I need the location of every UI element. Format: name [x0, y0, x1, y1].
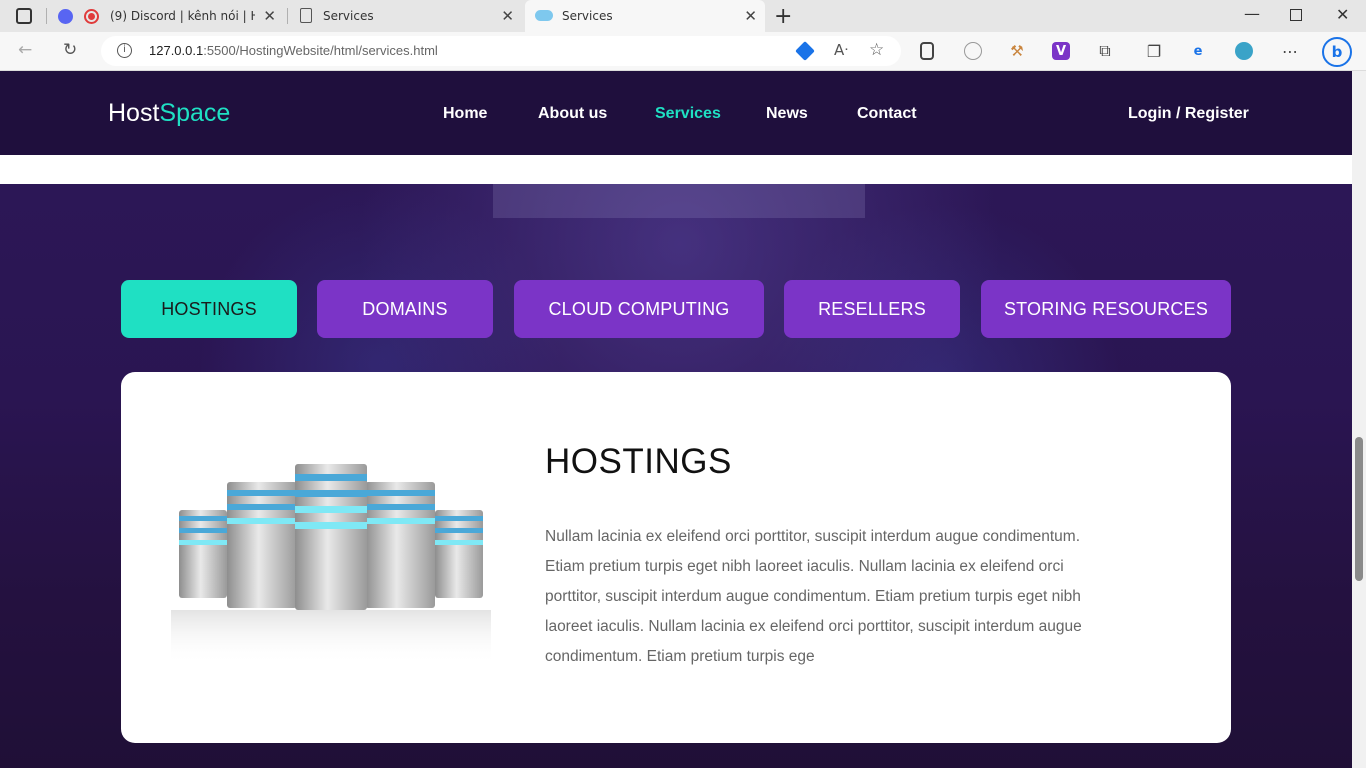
tab-cloud-computing[interactable]: CLOUD COMPUTING	[514, 280, 764, 338]
hero-background-detail	[493, 184, 865, 218]
nav-about-us[interactable]: About us	[538, 105, 607, 123]
v-extension-icon[interactable]: V	[1052, 42, 1070, 60]
nav-news[interactable]: News	[766, 105, 808, 123]
compass-icon[interactable]	[964, 42, 982, 60]
server-illustration	[171, 464, 491, 665]
page-icon	[300, 8, 312, 23]
tab-title: (9) Discord | kênh nói | Học	[110, 9, 255, 23]
discord-icon	[58, 9, 73, 24]
tab-storing-resources[interactable]: STORING RESOURCES	[981, 280, 1231, 338]
minimize-icon[interactable]: —	[1244, 4, 1260, 23]
browser-tab-strip: (9) Discord | kênh nói | Học ✕ Services …	[0, 0, 1366, 32]
recording-dot	[88, 13, 95, 20]
new-tab-icon[interactable]: +	[774, 4, 792, 29]
sidebar-icon[interactable]	[16, 8, 32, 24]
hammer-icon[interactable]: ⚒	[1008, 42, 1026, 60]
scrollbar-thumb[interactable]	[1355, 437, 1363, 581]
maximize-icon[interactable]	[1290, 9, 1302, 21]
close-icon[interactable]: ✕	[1336, 5, 1349, 24]
url-text[interactable]: 127.0.0.1:5500/HostingWebsite/html/servi…	[149, 43, 438, 58]
tab-hostings[interactable]: HOSTINGS	[121, 280, 297, 338]
tab-title: Services	[562, 9, 613, 23]
nav-services[interactable]: Services	[655, 105, 721, 123]
tab-resellers[interactable]: RESELLERS	[784, 280, 960, 338]
page-viewport: HostSpace Home About us Services News Co…	[0, 71, 1352, 768]
tag-icon[interactable]	[795, 41, 815, 61]
profile-icon[interactable]	[1235, 42, 1253, 60]
tab-services-1[interactable]: Services ✕	[290, 0, 522, 32]
extensions-icon[interactable]: ⧉	[1096, 41, 1114, 60]
close-tab-icon[interactable]: ✕	[744, 8, 757, 24]
browser-toolbar: ← ↻ i 127.0.0.1:5500/HostingWebsite/html…	[0, 32, 1366, 71]
info-icon: i	[117, 43, 132, 58]
nav-home[interactable]: Home	[443, 105, 487, 123]
site-header: HostSpace Home About us Services News Co…	[0, 71, 1352, 155]
service-card: HOSTINGS Nullam lacinia ex eleifend orci…	[121, 372, 1231, 743]
reload-icon[interactable]: ↻	[63, 40, 77, 60]
ie-mode-icon[interactable]: e	[1189, 42, 1207, 60]
favorite-icon[interactable]: ☆	[869, 40, 884, 60]
more-icon[interactable]: ⋯	[1281, 42, 1299, 61]
close-tab-icon[interactable]: ✕	[263, 8, 276, 24]
collections-icon[interactable]: ❐	[1145, 42, 1163, 61]
address-bar[interactable]: i 127.0.0.1:5500/HostingWebsite/html/ser…	[101, 36, 901, 66]
login-register-link[interactable]: Login / Register	[1128, 105, 1249, 123]
tab-domains[interactable]: DOMAINS	[317, 280, 493, 338]
read-aloud-icon[interactable]: Aᐧ	[834, 41, 848, 59]
tab-services-active[interactable]: Services ✕	[525, 0, 765, 32]
bing-icon[interactable]: b	[1322, 37, 1352, 67]
page-scrollbar[interactable]	[1352, 71, 1366, 768]
service-title: HOSTINGS	[545, 442, 732, 481]
back-icon[interactable]: ←	[18, 40, 32, 60]
close-tab-icon[interactable]: ✕	[501, 8, 514, 24]
tab-discord[interactable]: (9) Discord | kênh nói | Học ✕	[52, 0, 284, 32]
nav-contact[interactable]: Contact	[857, 105, 917, 123]
service-description: Nullam lacinia ex eleifend orci porttito…	[545, 528, 1082, 665]
site-logo[interactable]: HostSpace	[108, 99, 230, 128]
tab-title: Services	[323, 9, 374, 23]
cloud-icon	[535, 10, 553, 21]
split-screen-icon[interactable]	[920, 42, 934, 60]
